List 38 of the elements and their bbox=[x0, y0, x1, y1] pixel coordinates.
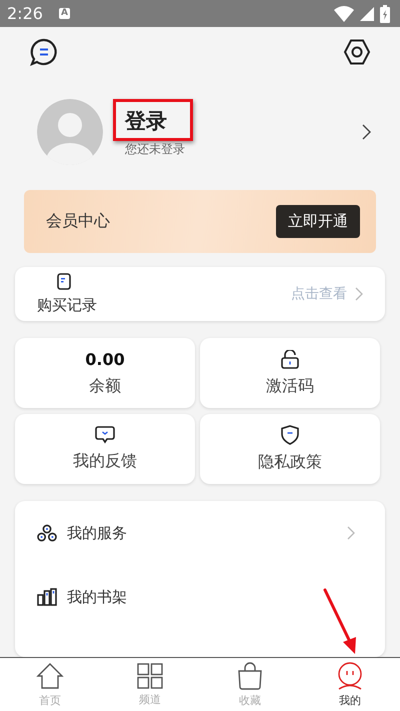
grid-tile[interactable]: 隐私政策 bbox=[200, 414, 380, 484]
grid-tile[interactable]: 0.00 余额 bbox=[15, 338, 195, 408]
grid-tile[interactable]: 激活码 bbox=[200, 338, 380, 408]
battery-icon bbox=[380, 4, 390, 22]
shield-icon bbox=[281, 425, 299, 445]
purchase-card[interactable]: 购买记录 点击查看 bbox=[15, 266, 385, 321]
wifi-icon bbox=[334, 6, 354, 22]
settings-icon[interactable] bbox=[343, 38, 371, 66]
circles-icon bbox=[37, 524, 57, 542]
tile-label: 激活码 bbox=[266, 376, 314, 396]
grid-icon bbox=[137, 662, 163, 688]
receipt-icon bbox=[57, 272, 71, 290]
tile-label: 我的反馈 bbox=[73, 451, 137, 472]
home-icon bbox=[36, 662, 64, 690]
grid-tile[interactable]: 我的反馈 bbox=[15, 414, 195, 484]
purchase-label: 购买记录 bbox=[37, 296, 97, 315]
profile-icon bbox=[336, 662, 364, 690]
chat-icon bbox=[95, 426, 115, 444]
tab[interactable]: 我的 bbox=[300, 658, 400, 711]
tile-label: 隐私政策 bbox=[258, 452, 322, 473]
lock-icon bbox=[281, 350, 299, 368]
tile-label: 余额 bbox=[89, 376, 121, 396]
signal-icon bbox=[360, 6, 374, 20]
bag-icon bbox=[237, 662, 263, 690]
member-label: 会员中心 bbox=[46, 210, 110, 232]
chevron-icon bbox=[355, 286, 363, 301]
login-hint: 您还未登录 bbox=[125, 140, 185, 158]
chevron-icon[interactable] bbox=[361, 124, 371, 140]
balance-value: 0.00 bbox=[85, 350, 125, 368]
clock: 2:26 bbox=[7, 4, 43, 23]
login-title[interactable]: 登录 bbox=[125, 108, 167, 132]
chevron-icon bbox=[347, 526, 355, 540]
notification-icon: A bbox=[58, 8, 70, 19]
bookshelf-icon bbox=[37, 588, 57, 606]
message-icon[interactable] bbox=[29, 37, 59, 67]
service-item[interactable]: 我的书架 bbox=[67, 588, 127, 606]
activate-button[interactable]: 立即开通 bbox=[276, 204, 360, 238]
service-item[interactable]: 我的服务 bbox=[67, 524, 127, 542]
